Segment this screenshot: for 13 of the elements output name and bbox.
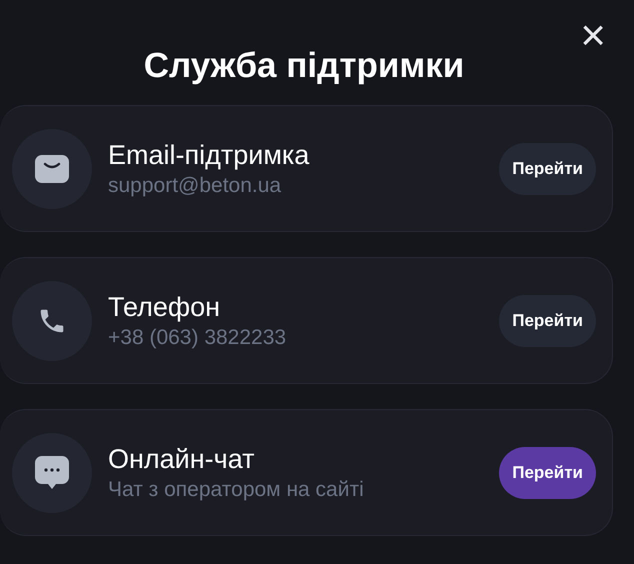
dialog-title: Служба підтримки bbox=[144, 45, 464, 87]
channel-name: Телефон bbox=[108, 290, 222, 324]
channel-detail: +38 (063) 3822233 bbox=[108, 324, 288, 350]
envelope-icon bbox=[35, 154, 69, 182]
go-button[interactable]: Перейти bbox=[499, 446, 596, 498]
channel-detail: support@beton.ua bbox=[108, 172, 282, 198]
chat-bubble-icon bbox=[35, 456, 69, 490]
go-button[interactable]: Перейти bbox=[499, 142, 596, 194]
go-button[interactable]: Перейти bbox=[499, 294, 596, 346]
close-button[interactable]: × bbox=[580, 16, 606, 56]
channel-name: Онлайн-чат bbox=[108, 442, 256, 476]
channel-detail: Чат з оператором на сайті bbox=[108, 476, 365, 502]
channel-name: Email-підтримка bbox=[108, 138, 310, 172]
